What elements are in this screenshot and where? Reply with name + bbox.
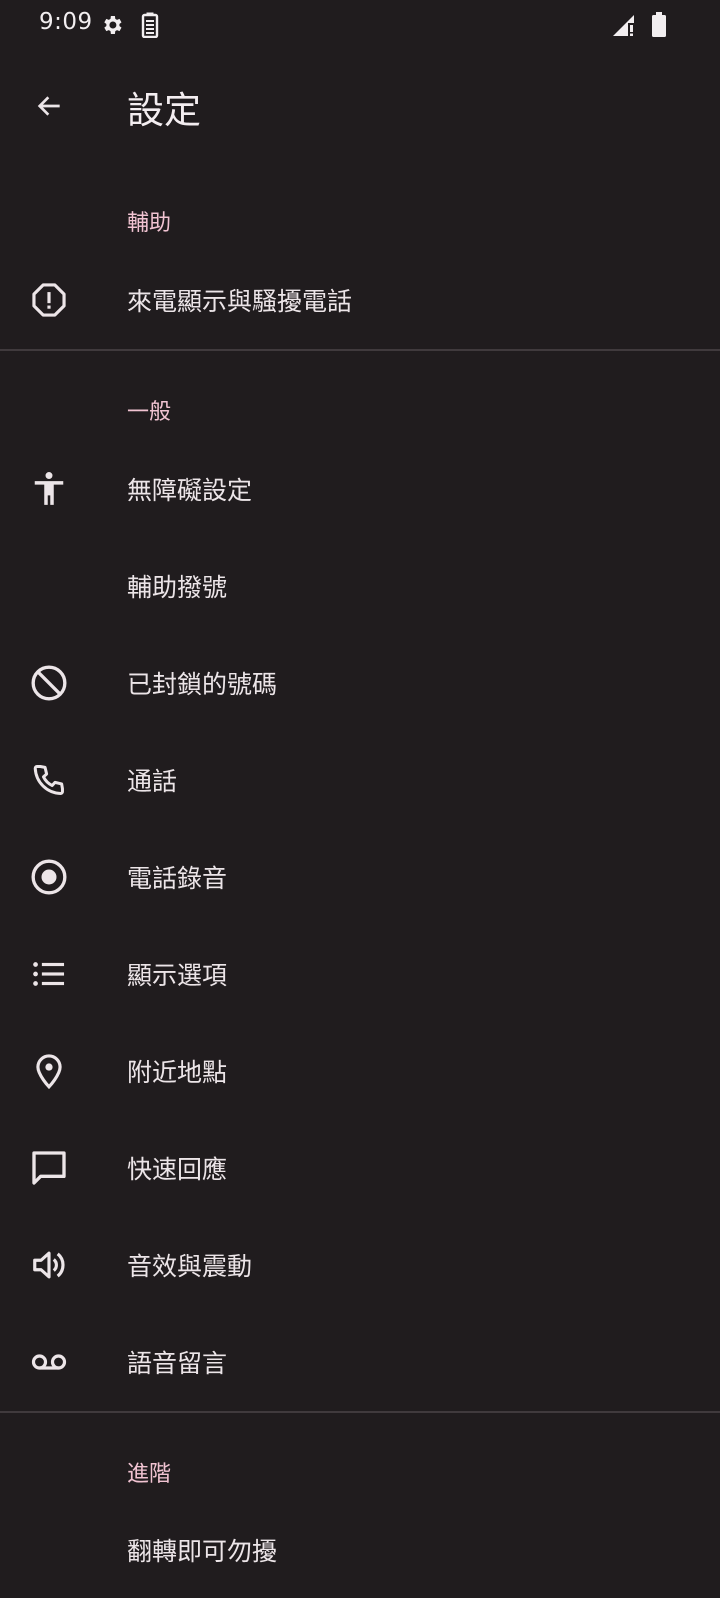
settings-item-label: 已封鎖的號碼 xyxy=(127,670,278,699)
page-title: 設定 xyxy=(127,89,201,132)
settings-item-label: 顯示選項 xyxy=(127,961,228,990)
settings-item-label: 翻轉即可勿擾 xyxy=(127,1537,278,1566)
record-icon xyxy=(25,853,73,901)
settings-item-label: 音效與震動 xyxy=(127,1252,253,1281)
back-button[interactable] xyxy=(22,82,76,130)
app-bar: 設定 xyxy=(0,62,720,150)
settings-item-caller-id-spam[interactable]: 來電顯示與騷擾電話 xyxy=(0,252,720,348)
battery-saver-icon xyxy=(141,12,159,38)
gear-icon xyxy=(104,16,122,34)
settings-item-label: 通話 xyxy=(127,767,178,796)
status-bar: 9:09 xyxy=(0,0,720,50)
settings-item-label: 快速回應 xyxy=(127,1155,228,1184)
arrow-back-icon xyxy=(37,96,60,116)
settings-item-blocked-numbers[interactable]: 已封鎖的號碼 xyxy=(0,635,720,731)
volume-icon xyxy=(25,1241,73,1289)
location-pin-icon xyxy=(25,1047,73,1095)
settings-item-flip-to-shh[interactable]: 翻轉即可勿擾 xyxy=(0,1502,720,1598)
chat-bubble-icon xyxy=(25,1144,73,1192)
section-header-assist: 輔助 xyxy=(127,211,172,236)
list-icon xyxy=(25,950,73,998)
accessibility-icon xyxy=(25,465,73,513)
settings-item-nearby-places[interactable]: 附近地點 xyxy=(0,1023,720,1119)
settings-item-assisted-dialing[interactable]: 輔助撥號 xyxy=(0,538,720,634)
settings-item-accessibility[interactable]: 無障礙設定 xyxy=(0,441,720,537)
section-header-advanced: 進階 xyxy=(127,1462,172,1487)
settings-item-call-recording[interactable]: 電話錄音 xyxy=(0,829,720,925)
divider xyxy=(0,1411,720,1413)
phone-icon xyxy=(25,756,73,804)
settings-item-label: 附近地點 xyxy=(127,1058,228,1087)
settings-item-voicemail[interactable]: 語音留言 xyxy=(0,1314,720,1410)
settings-item-calls[interactable]: 通話 xyxy=(0,732,720,828)
section-header-general: 一般 xyxy=(127,400,172,425)
battery-icon xyxy=(652,12,666,37)
settings-item-label: 電話錄音 xyxy=(127,864,228,893)
block-icon xyxy=(25,659,73,707)
settings-item-label: 來電顯示與騷擾電話 xyxy=(127,287,353,316)
settings-item-display-options[interactable]: 顯示選項 xyxy=(0,926,720,1022)
settings-item-label: 語音留言 xyxy=(127,1349,228,1378)
status-time: 9:09 xyxy=(39,9,93,35)
settings-item-sounds-vibration[interactable]: 音效與震動 xyxy=(0,1217,720,1313)
settings-item-label: 無障礙設定 xyxy=(127,476,253,505)
settings-item-quick-responses[interactable]: 快速回應 xyxy=(0,1120,720,1216)
divider xyxy=(0,349,720,351)
settings-item-label: 輔助撥號 xyxy=(127,573,228,602)
voicemail-icon xyxy=(25,1338,73,1386)
signal-alert-icon xyxy=(613,15,634,36)
alert-circle-icon xyxy=(25,276,73,324)
